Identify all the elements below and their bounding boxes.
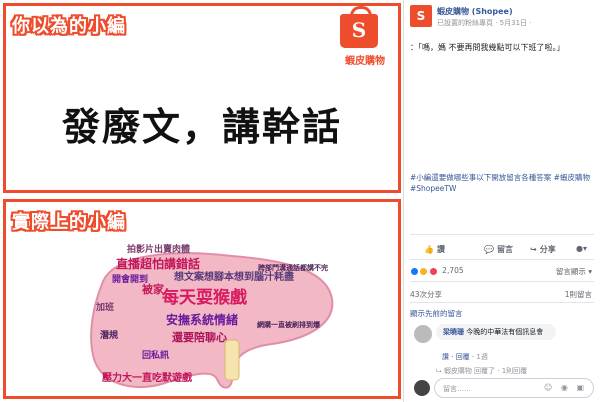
bottom-title: 實際上的小編: [12, 212, 126, 233]
top-title: 你以為的小編: [12, 16, 126, 37]
top-frame: 你以為的小編 S 蝦皮購物 發廢文，講幹話: [3, 3, 401, 193]
audience-selector[interactable]: ●▾: [576, 244, 587, 253]
comment-author[interactable]: 梁曉珊: [443, 328, 464, 336]
facebook-post-panel: S 蝦皮購物 (Shopee) 已設置的粉絲專頁 · 5月31日 · ：「嗎，媽…: [404, 0, 600, 402]
comment-text: 今晚的中華法有個訊息會: [466, 328, 544, 336]
audience-avatar-icon: ●▾: [576, 244, 587, 253]
love-reaction-icon: [428, 266, 438, 276]
reactions-summary[interactable]: 2,705: [410, 266, 464, 276]
word-cloud-item: 每天耍猴戲: [162, 288, 247, 308]
word-cloud-item: 加班: [96, 303, 115, 313]
like-label: 讚: [436, 245, 445, 254]
post-meta: 已設置的粉絲專頁 · 5月31日 ·: [437, 19, 532, 27]
word-cloud-item: 潛規: [100, 331, 119, 341]
haha-reaction-icon: [419, 266, 429, 276]
share-icon: ↪: [530, 245, 537, 254]
share-label: 分享: [539, 245, 556, 254]
comment-time: 1週: [476, 353, 488, 361]
shares-count[interactable]: 43次分享: [410, 289, 442, 300]
post-hashtags[interactable]: #小編還要做哪些事以下開放留言各種答案 #蝦皮購物 #ShopeeTW: [410, 172, 590, 194]
page-name-link[interactable]: 蝦皮購物 (Shopee): [437, 6, 513, 17]
word-cloud-item: 網購一直被刷排到爆: [257, 321, 320, 329]
post-text: ：「嗎，媽 不要再問我幾點可以下班了啦。」: [410, 43, 565, 52]
comment-reply-link[interactable]: 回覆: [456, 353, 470, 361]
sort-comments-dropdown[interactable]: 留言顯示 ▾: [556, 266, 592, 277]
bag-letter: S: [351, 18, 367, 42]
word-cloud-item: 被家: [142, 283, 164, 296]
word-cloud-item: 跨部門溝通話都講不完: [258, 264, 328, 272]
replies-link[interactable]: ⮡ 蝦皮購物 回覆了 · 1則回覆: [436, 366, 527, 376]
liver-word-cloud: 拍影片出賣肉體 直播超怕講錯話 想文案想腳本想到腦汁耗盡 開會開到 跨部門溝通話…: [82, 244, 337, 394]
word-cloud-item: 拍影片出賣肉體: [127, 245, 191, 255]
word-cloud-item: 直播超怕講錯話: [116, 257, 201, 271]
divider: [410, 259, 594, 260]
comment-button[interactable]: 💬 留言: [484, 244, 513, 255]
big-text: 發廢文，講幹話: [61, 105, 342, 149]
reaction-count: 2,705: [442, 266, 464, 275]
word-cloud-item: 還要陪聊心: [172, 331, 227, 344]
comment-input-icons[interactable]: ☺ ◉ ▣: [544, 383, 587, 392]
like-reaction-icon: [410, 266, 419, 276]
thumbs-up-icon: 👍: [424, 245, 434, 254]
comment-icon: 💬: [484, 245, 494, 254]
commenter-avatar[interactable]: [414, 325, 432, 343]
comment-input-placeholder: 留言……: [443, 385, 471, 393]
comments-count[interactable]: 1則留言: [565, 289, 592, 300]
current-user-avatar: [414, 380, 430, 396]
word-cloud-item: 安撫系統情緒: [166, 313, 239, 327]
word-cloud-item: 壓力大一直吃默遊戲: [102, 373, 192, 384]
page-avatar[interactable]: S: [410, 5, 432, 27]
comment-input[interactable]: 留言…… ☺ ◉ ▣: [434, 378, 594, 398]
word-cloud-item: 想文案想腳本想到腦汁耗盡: [174, 272, 294, 283]
shopee-bag-icon: S: [340, 6, 378, 48]
share-button[interactable]: ↪ 分享: [530, 244, 556, 255]
comment-actions: 讚 · 回覆 · 1週: [442, 353, 488, 361]
divider: [410, 281, 594, 282]
comment-label: 留言: [496, 245, 513, 254]
comment-like-link[interactable]: 讚: [442, 353, 449, 361]
divider: [410, 302, 594, 303]
brand-name: 蝦皮購物: [345, 56, 385, 67]
view-previous-comments-link[interactable]: 顯示先前的留言: [410, 308, 463, 319]
like-button[interactable]: 👍 讚: [424, 244, 445, 255]
word-cloud-item: 回私訊: [142, 351, 170, 361]
divider: [410, 234, 594, 235]
comment-bubble: 梁曉珊 今晚的中華法有個訊息會: [436, 324, 556, 340]
post-image[interactable]: 你以為的小編 S 蝦皮購物 發廢文，講幹話 實際上的小編 拍影片出賣肉體 直播超…: [0, 0, 404, 402]
avatar-letter: S: [416, 9, 426, 23]
